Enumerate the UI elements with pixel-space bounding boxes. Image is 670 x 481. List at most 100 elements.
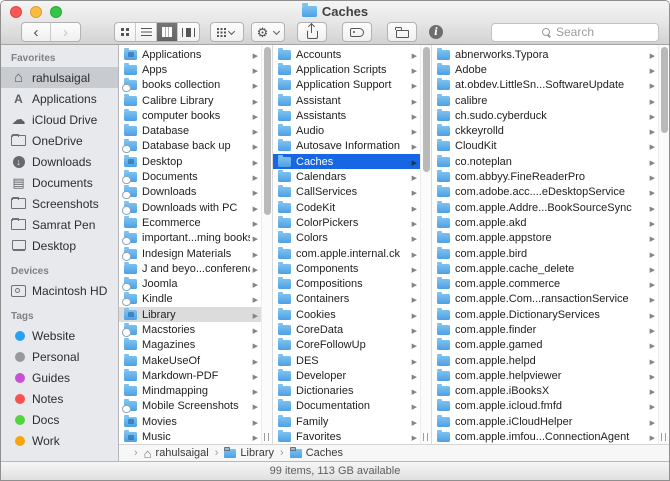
folder-row[interactable]: Dictionaries — [273, 384, 431, 399]
folder-row[interactable]: com.apple.appstore — [432, 231, 669, 246]
folder-row[interactable]: com.apple.internal.ck — [273, 246, 431, 261]
folder-row[interactable]: CoreData — [273, 322, 431, 337]
folder-row[interactable]: ColorPickers — [273, 215, 431, 230]
tag-item[interactable]: Personal — [1, 346, 118, 367]
sidebar-item[interactable]: Screenshots — [1, 193, 118, 214]
folder-row[interactable]: Calibre Library — [119, 93, 272, 108]
folder-row[interactable]: Assistants — [273, 108, 431, 123]
coverflow-view-button[interactable] — [178, 23, 199, 41]
sidebar-item[interactable]: OneDrive — [1, 130, 118, 151]
folder-row[interactable]: computer books — [119, 108, 272, 123]
folder-row[interactable]: com.apple.DictionaryServices — [432, 307, 669, 322]
folder-row[interactable]: Accounts — [273, 47, 431, 62]
folder-row[interactable]: com.apple.helpd — [432, 353, 669, 368]
folder-row[interactable]: Database — [119, 123, 272, 138]
folder-row[interactable]: com.apple.icloud.fmfd — [432, 399, 669, 414]
folder-row[interactable]: Autosave Information — [273, 139, 431, 154]
zoom-button[interactable] — [50, 6, 62, 18]
tag-item[interactable]: Work — [1, 430, 118, 451]
icon-view-button[interactable] — [115, 23, 136, 41]
folder-row[interactable]: com.apple.iBooksX — [432, 384, 669, 399]
folder-row[interactable]: Mobile Screenshots — [119, 399, 272, 414]
folder-row[interactable]: ch.sudo.cyberduck — [432, 108, 669, 123]
edit-tags-button[interactable] — [342, 22, 372, 42]
folder-row[interactable]: Mindmapping — [119, 384, 272, 399]
folder-row[interactable]: Family — [273, 414, 431, 429]
scrollbar[interactable] — [658, 45, 669, 444]
folder-row[interactable]: Favorites — [273, 429, 431, 444]
folder-row[interactable]: Calendars — [273, 169, 431, 184]
list-view-button[interactable] — [136, 23, 157, 41]
breadcrumb-item[interactable]: Caches — [274, 447, 343, 459]
scrollbar-thumb[interactable] — [264, 47, 271, 215]
folder-row[interactable]: Documentation — [273, 399, 431, 414]
folder-row[interactable]: Cookies — [273, 307, 431, 322]
folder-row[interactable]: Colors — [273, 231, 431, 246]
folder-row[interactable]: Macstories — [119, 322, 272, 337]
column-resize-handle[interactable] — [264, 433, 269, 441]
folder-row[interactable]: Apps — [119, 62, 272, 77]
folder-row[interactable]: Audio — [273, 123, 431, 138]
folder-row[interactable]: Applications — [119, 47, 272, 62]
folder-row[interactable]: Markdown-PDF — [119, 368, 272, 383]
sidebar-item[interactable]: rahulsaigal — [1, 67, 118, 88]
folder-row[interactable]: com.apple.iCloudHelper — [432, 414, 669, 429]
info-button[interactable]: i — [422, 22, 450, 42]
folder-row[interactable]: books collection — [119, 78, 272, 93]
folder-row[interactable]: abnerworks.Typora — [432, 47, 669, 62]
folder-row[interactable]: com.apple.commerce — [432, 276, 669, 291]
tag-item[interactable]: Website — [1, 325, 118, 346]
back-button[interactable]: ‹ — [22, 23, 51, 41]
sidebar-item[interactable]: iCloud Drive — [1, 109, 118, 130]
new-folder-button[interactable] — [387, 22, 417, 42]
close-button[interactable] — [10, 6, 22, 18]
folder-row[interactable]: Ecommerce — [119, 215, 272, 230]
sidebar-item[interactable]: Desktop — [1, 235, 118, 256]
folder-row[interactable]: Downloads with PC — [119, 200, 272, 215]
folder-row[interactable]: important...ming books — [119, 231, 272, 246]
column-resize-handle[interactable] — [661, 433, 666, 441]
folder-row[interactable]: Desktop — [119, 154, 272, 169]
folder-row[interactable]: com.apple.akd — [432, 215, 669, 230]
sidebar-item[interactable]: Samrat Pen — [1, 214, 118, 235]
folder-row[interactable]: Application Support — [273, 78, 431, 93]
folder-row[interactable]: com.adobe.acc....eDesktopService — [432, 185, 669, 200]
folder-row[interactable]: Containers — [273, 292, 431, 307]
folder-row[interactable]: Compositions — [273, 276, 431, 291]
folder-row[interactable]: com.apple.Com...ransactionService — [432, 292, 669, 307]
folder-row[interactable]: Movies — [119, 414, 272, 429]
folder-row[interactable]: Caches — [273, 154, 431, 169]
folder-row[interactable]: CoreFollowUp — [273, 338, 431, 353]
tag-item[interactable]: Guides — [1, 367, 118, 388]
folder-row[interactable]: CodeKit — [273, 200, 431, 215]
sidebar-item[interactable]: Downloads — [1, 151, 118, 172]
folder-row[interactable]: com.apple.cache_delete — [432, 261, 669, 276]
folder-row[interactable]: Documents — [119, 169, 272, 184]
folder-row[interactable]: DES — [273, 353, 431, 368]
tag-item[interactable]: Notes — [1, 388, 118, 409]
sidebar-item[interactable]: Applications — [1, 88, 118, 109]
share-button[interactable] — [297, 22, 327, 42]
minimize-button[interactable] — [30, 6, 42, 18]
folder-row[interactable]: Adobe — [432, 62, 669, 77]
folder-row[interactable]: com.apple.Addre...BookSourceSync — [432, 200, 669, 215]
folder-row[interactable]: CloudKit — [432, 139, 669, 154]
sidebar-item[interactable]: Macintosh HD — [1, 280, 118, 301]
folder-row[interactable]: Database back up — [119, 139, 272, 154]
folder-row[interactable]: Library — [119, 307, 272, 322]
folder-row[interactable]: Downloads — [119, 185, 272, 200]
folder-row[interactable]: Developer — [273, 368, 431, 383]
folder-row[interactable]: at.obdev.LittleSn...SoftwareUpdate — [432, 78, 669, 93]
breadcrumb-item[interactable]: rahulsaigal — [128, 447, 209, 460]
arrange-button[interactable] — [210, 22, 244, 42]
folder-row[interactable]: Assistant — [273, 93, 431, 108]
folder-row[interactable]: Music — [119, 429, 272, 444]
column-view-button[interactable] — [157, 23, 178, 41]
folder-row[interactable]: J and beyo...conference — [119, 261, 272, 276]
tag-item[interactable]: Docs — [1, 409, 118, 430]
column-resize-handle[interactable] — [423, 433, 428, 441]
sidebar-item[interactable]: Documents — [1, 172, 118, 193]
breadcrumb-item[interactable]: Library — [209, 447, 274, 459]
folder-row[interactable]: Joomla — [119, 276, 272, 291]
scrollbar-thumb[interactable] — [661, 47, 668, 133]
